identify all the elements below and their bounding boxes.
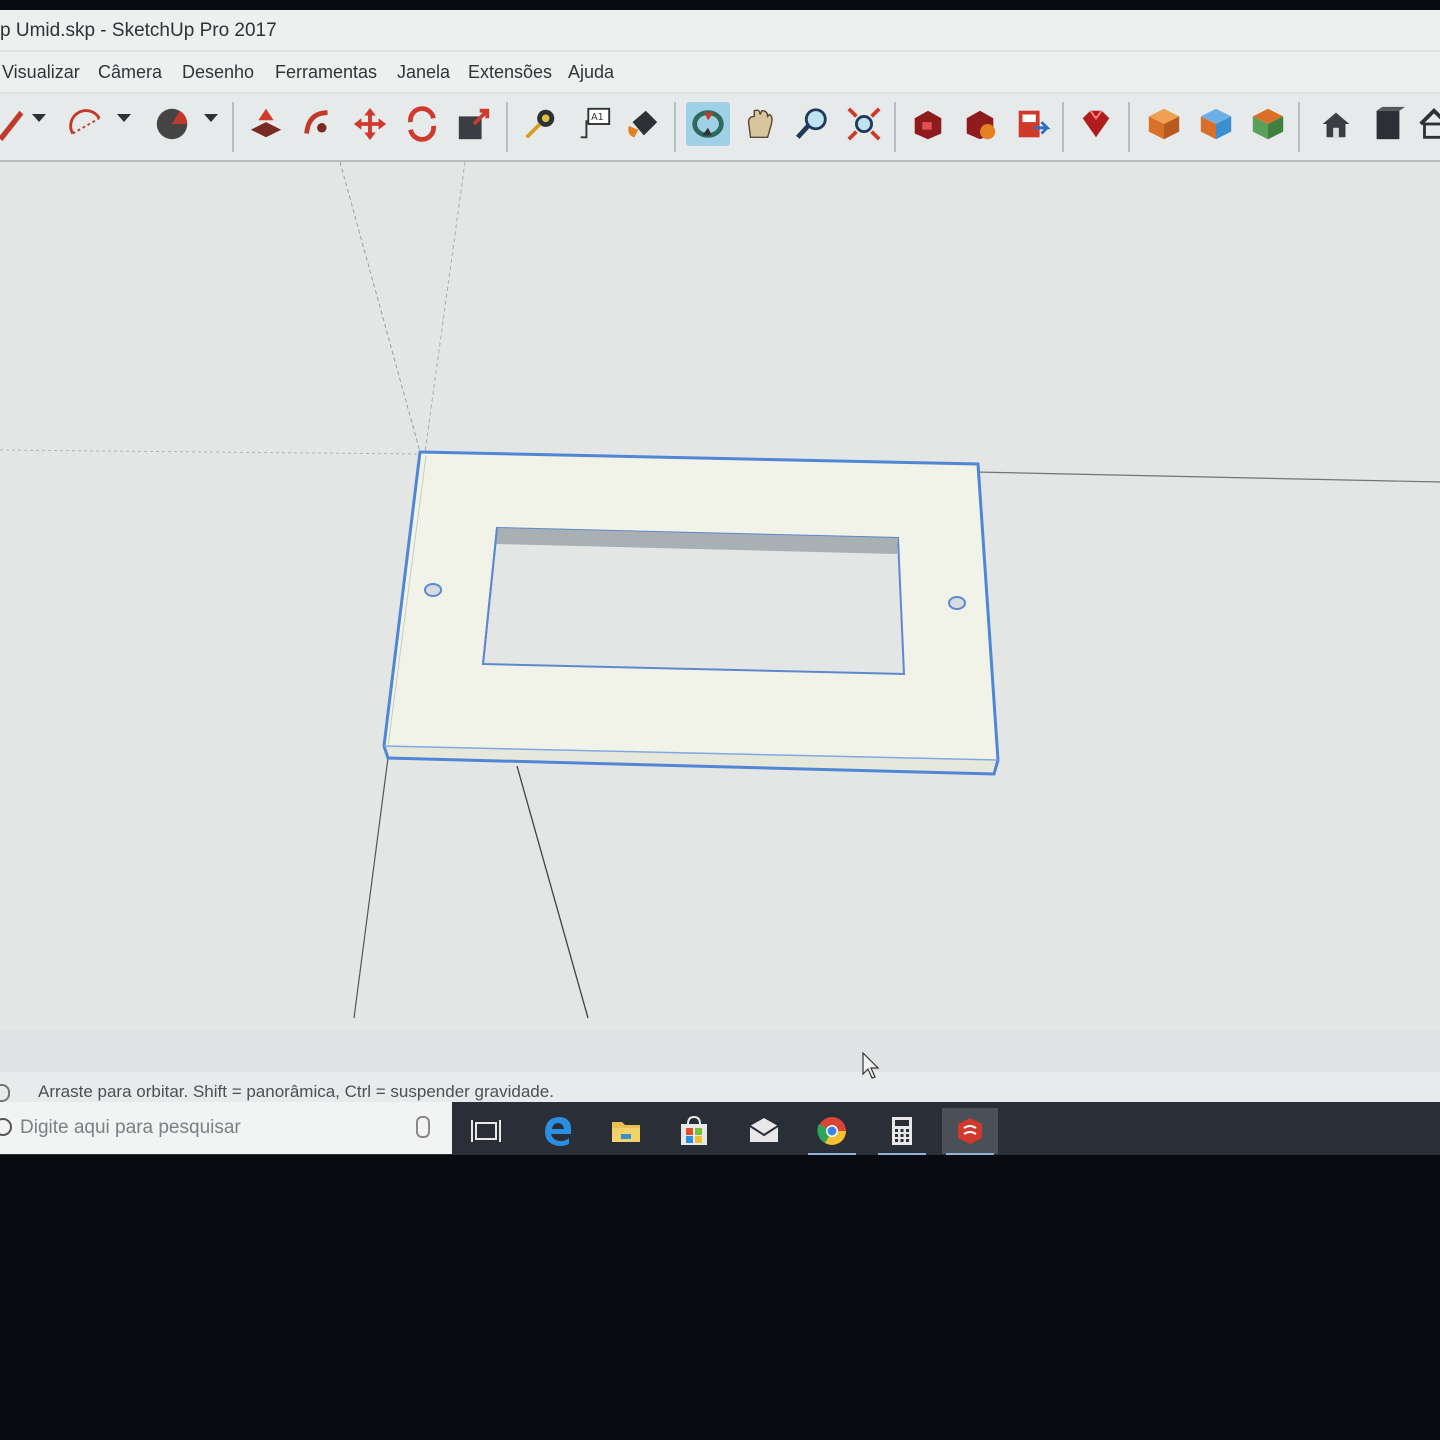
box-icon[interactable] xyxy=(1366,102,1410,146)
title-bar: p Umid.skp - SketchUp Pro 2017 xyxy=(0,10,1440,50)
top-view-icon[interactable] xyxy=(1194,102,1238,146)
red-axis-line xyxy=(974,471,1440,483)
arc-dropdown-icon[interactable] xyxy=(117,114,131,122)
drawing-viewport[interactable] xyxy=(0,162,1440,1030)
taskbar: Digite aqui para pesquisar xyxy=(0,1102,1440,1155)
pie-icon[interactable] xyxy=(150,102,194,146)
file-explorer-icon[interactable] xyxy=(598,1108,654,1154)
menu-janela[interactable]: Janela xyxy=(397,62,450,83)
pie-dropdown-icon[interactable] xyxy=(204,114,218,122)
toolbar-separator xyxy=(1062,102,1064,152)
house-icon[interactable] xyxy=(1314,102,1358,146)
menu-ferramentas[interactable]: Ferramentas xyxy=(275,62,377,83)
chrome-icon[interactable] xyxy=(804,1108,860,1155)
zoom-icon[interactable] xyxy=(790,102,834,146)
pencil-dropdown-icon[interactable] xyxy=(32,114,46,122)
menu-desenho[interactable]: Desenho xyxy=(182,62,254,83)
menu-bar: Visualizar Câmera Desenho Ferramentas Ja… xyxy=(0,52,1440,92)
paint-bucket-icon[interactable] xyxy=(620,102,664,146)
task-view-icon[interactable] xyxy=(458,1108,514,1154)
screen: p Umid.skp - SketchUp Pro 2017 Visualiza… xyxy=(0,10,1440,1155)
orbit-icon[interactable] xyxy=(686,102,730,146)
sketchup-icon[interactable] xyxy=(942,1108,998,1155)
calculator-icon[interactable] xyxy=(874,1108,930,1155)
toolbar-separator xyxy=(894,102,896,152)
search-placeholder: Digite aqui para pesquisar xyxy=(20,1117,241,1138)
zoom-extents-icon[interactable] xyxy=(842,102,886,146)
push-pull-icon[interactable] xyxy=(244,102,288,146)
scale-icon[interactable] xyxy=(452,102,496,146)
extension-warehouse-icon[interactable] xyxy=(958,102,1002,146)
geo-location-icon[interactable] xyxy=(0,1084,10,1102)
warehouse-icon[interactable] xyxy=(906,102,950,146)
rotate-icon[interactable] xyxy=(400,102,444,146)
menu-ajuda[interactable]: Ajuda xyxy=(568,62,614,83)
blue-axis-line xyxy=(516,765,589,1019)
text-label-icon[interactable]: A1 xyxy=(572,102,616,146)
menu-visualizar[interactable]: Visualizar xyxy=(2,62,80,83)
green-axis-dashed xyxy=(339,162,421,453)
svg-text:A1: A1 xyxy=(591,112,604,123)
ruby-console-icon[interactable] xyxy=(1074,102,1118,146)
home-icon[interactable] xyxy=(1412,102,1440,146)
toolbar: A1 xyxy=(0,94,1440,162)
mouse-cursor-icon xyxy=(862,1052,880,1079)
red-axis-dashed xyxy=(424,162,466,453)
edge-icon[interactable] xyxy=(530,1108,586,1154)
arc-icon[interactable] xyxy=(64,102,108,146)
search-icon xyxy=(0,1118,12,1136)
window-title: p Umid.skp - SketchUp Pro 2017 xyxy=(0,20,277,41)
menu-camera[interactable]: Câmera xyxy=(98,62,162,83)
toolbar-separator xyxy=(1128,102,1130,152)
follow-me-icon[interactable] xyxy=(296,102,340,146)
microphone-icon[interactable] xyxy=(416,1116,430,1138)
blue-axis-dashed xyxy=(0,449,421,455)
taskbar-search-box[interactable]: Digite aqui para pesquisar xyxy=(0,1102,452,1154)
pencil-icon[interactable] xyxy=(0,102,32,146)
green-axis-line xyxy=(353,757,389,1019)
menu-extensoes[interactable]: Extensões xyxy=(468,62,552,83)
mail-icon[interactable] xyxy=(736,1108,792,1154)
send-to-layout-icon[interactable] xyxy=(1010,102,1054,146)
toolbar-separator xyxy=(232,102,234,152)
front-view-icon[interactable] xyxy=(1246,102,1290,146)
tape-measure-icon[interactable] xyxy=(518,102,562,146)
toolbar-separator xyxy=(1298,102,1300,152)
status-hint: Arraste para orbitar. Shift = panorâmica… xyxy=(38,1082,554,1101)
store-icon[interactable] xyxy=(666,1108,722,1154)
toolbar-separator xyxy=(674,102,676,152)
pan-icon[interactable] xyxy=(738,102,782,146)
toolbar-separator xyxy=(506,102,508,152)
move-icon[interactable] xyxy=(348,102,392,146)
iso-view-icon[interactable] xyxy=(1142,102,1186,146)
selected-plate-model[interactable] xyxy=(382,450,1000,776)
